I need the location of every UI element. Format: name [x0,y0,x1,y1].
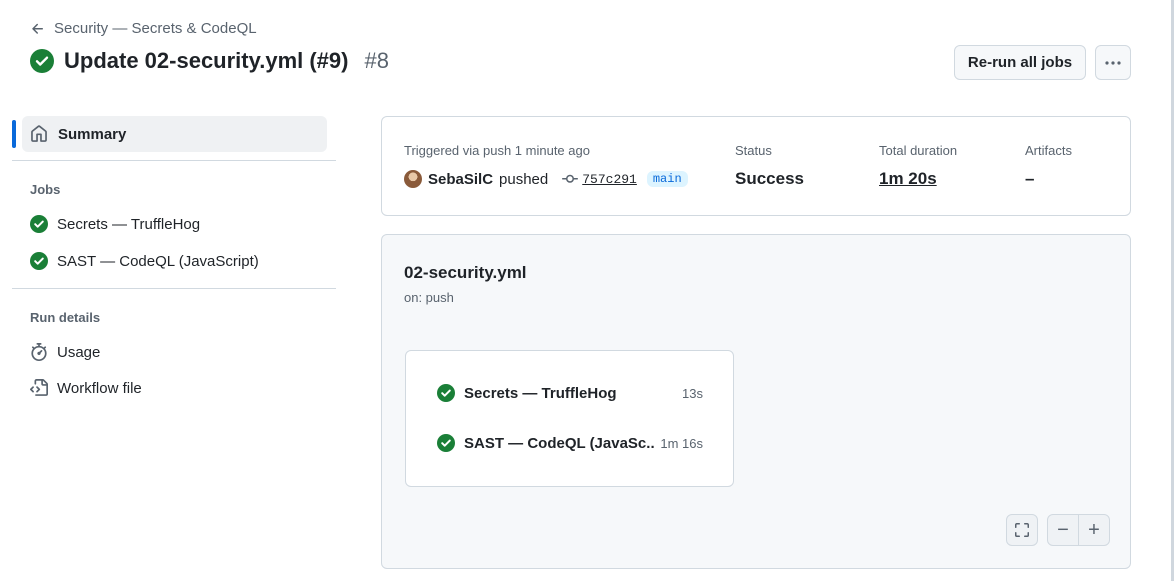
divider [12,288,336,289]
check-circle-icon [30,252,48,270]
sidebar-item-label: Usage [57,343,101,361]
back-link[interactable]: Security — Secrets & CodeQL [30,20,257,37]
more-options-button[interactable] [1095,45,1131,80]
screen-full-icon [1015,523,1029,537]
job-name: SAST — CodeQL (JavaSc... [464,434,655,452]
stopwatch-icon [31,343,47,361]
git-commit-icon [562,174,579,183]
duration-link[interactable]: 1m 20s [879,169,937,189]
check-circle-icon [30,49,54,73]
kebab-horizontal-icon [1105,60,1121,65]
branch-badge[interactable]: main [646,171,688,187]
artifacts-label: Artifacts [1025,143,1072,158]
workflow-name: 02-security.yml [404,263,527,282]
duration-label: Total duration [879,143,958,158]
page-title: Update 02-security.yml (#9) [64,48,349,73]
sidebar-job-secrets[interactable]: Secrets — TruffleHog [30,215,200,233]
sidebar-item-label: Workflow file [57,379,142,397]
status-value: Success [735,169,804,188]
divider [12,160,336,161]
active-indicator [12,120,16,148]
sidebar-item-label: SAST — CodeQL (JavaScript) [57,252,259,270]
zoom-in-button[interactable]: + [1078,515,1109,545]
run-details-heading: Run details [30,310,101,325]
job-name: Secrets — TruffleHog [464,384,617,402]
sidebar-item-usage[interactable]: Usage [30,343,100,361]
workflow-trigger: on: push [404,290,454,305]
artifacts-value: – [1025,169,1035,188]
sidebar-item-label: Secrets — TruffleHog [57,215,201,233]
fullscreen-button[interactable] [1006,514,1038,546]
graph-job-secrets[interactable]: Secrets — TruffleHog 13s [437,384,703,402]
zoom-controls: − + [1047,514,1110,546]
status-label: Status [735,143,772,158]
actor-link[interactable]: SebaSilC [428,171,493,188]
run-summary-card: Triggered via push 1 minute ago SebaSilC… [381,116,1131,216]
run-number: #8 [364,48,389,73]
avatar[interactable] [404,170,422,188]
trigger-details: SebaSilC pushed 757c291 main [404,170,688,188]
check-circle-icon [30,215,48,233]
graph-job-codeql[interactable]: SAST — CodeQL (JavaSc... 1m 16s [437,434,703,452]
sidebar-job-codeql[interactable]: SAST — CodeQL (JavaScript) [30,252,259,270]
jobs-heading: Jobs [30,182,61,197]
jobs-group: Secrets — TruffleHog 13s SAST — CodeQL (… [405,350,734,487]
trigger-label: Triggered via push 1 minute ago [404,143,590,158]
page-title-row: Update 02-security.yml (#9) #8 [30,48,389,74]
check-circle-icon [437,384,455,402]
workflow-graph-card: 02-security.yml on: push Secrets — Truff… [381,234,1131,569]
arrow-left-icon [32,23,43,34]
rerun-all-jobs-button[interactable]: Re-run all jobs [954,45,1086,80]
action-text: pushed [499,170,549,188]
zoom-out-button[interactable]: − [1048,515,1078,545]
check-circle-icon [437,434,455,452]
sidebar-item-summary[interactable]: Summary [22,116,327,152]
sidebar-item-workflow-file[interactable]: Workflow file [30,379,142,397]
home-icon [31,125,47,142]
job-duration: 13s [682,385,703,401]
job-duration: 1m 16s [660,435,703,451]
sidebar-item-label: Summary [58,125,127,143]
back-link-label: Security — Secrets & CodeQL [54,20,257,37]
commit-sha: 757c291 [582,171,637,187]
commit-link[interactable]: 757c291 [562,171,637,187]
file-code-icon [30,379,48,396]
